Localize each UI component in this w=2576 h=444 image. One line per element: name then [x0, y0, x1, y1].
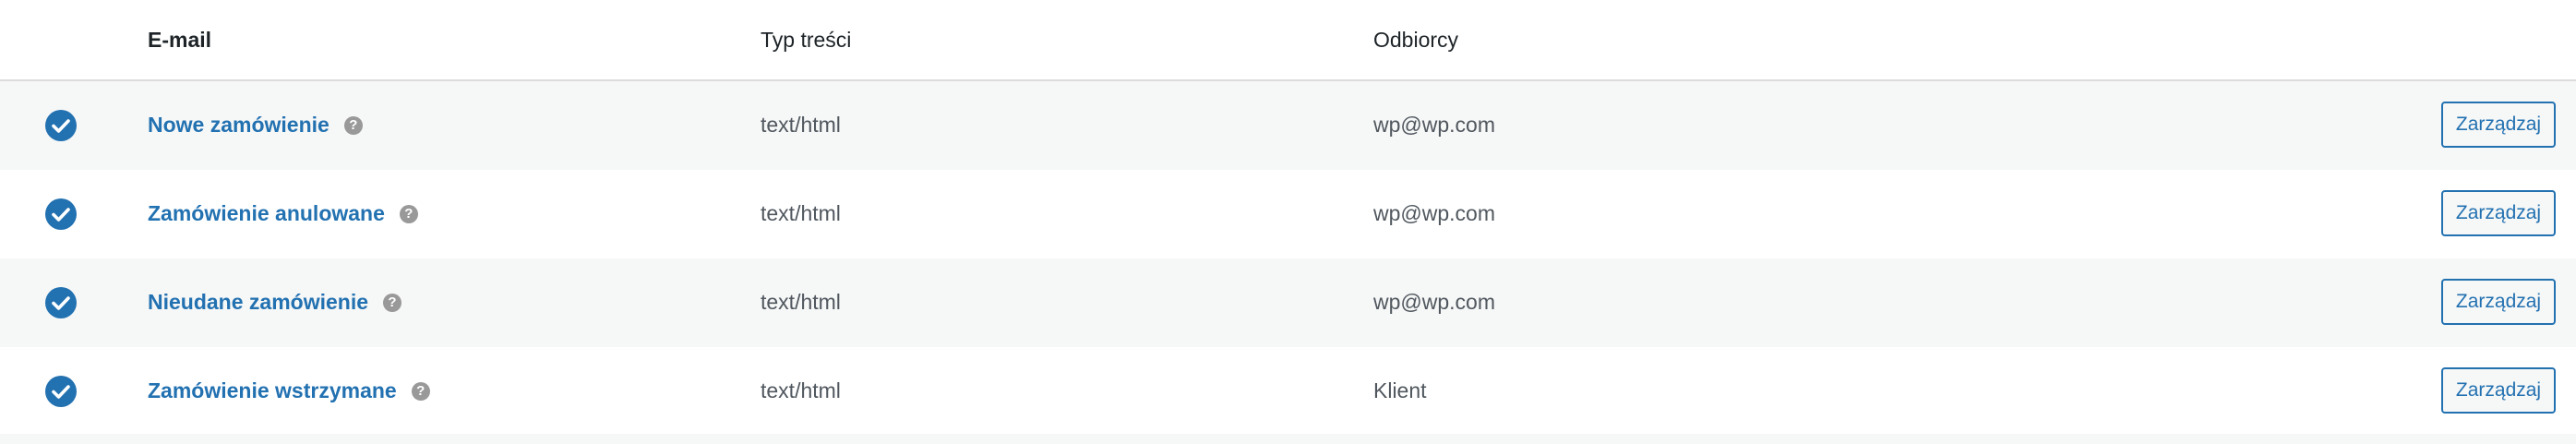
email-title-text: Nowe zamówienie — [148, 113, 329, 137]
recipient-value: wp@wp.com — [1373, 113, 1495, 137]
email-notifications-table: E-mail Typ treści Odbiorcy Nowe zamówien… — [0, 0, 2576, 444]
enabled-check-icon — [45, 287, 77, 318]
question-mark-icon[interactable]: ? — [411, 381, 430, 401]
manage-button[interactable]: Zarządzaj — [2441, 102, 2556, 148]
column-header-email: E-mail — [148, 28, 212, 52]
recipient-value: wp@wp.com — [1373, 201, 1495, 225]
enabled-check-icon — [45, 376, 77, 407]
content-type-value: text/html — [761, 378, 841, 402]
table-row: Nowe zamówienie? text/html wp@wp.com Zar… — [0, 81, 2576, 170]
column-header-content-type: Typ treści — [761, 28, 852, 52]
table-header: E-mail Typ treści Odbiorcy — [0, 0, 2576, 81]
recipient-value: Klient — [1373, 378, 1427, 402]
next-row-edge — [0, 434, 2576, 444]
manage-button[interactable]: Zarządzaj — [2441, 190, 2556, 236]
content-type-value: text/html — [761, 201, 841, 225]
manage-button[interactable]: Zarządzaj — [2441, 367, 2556, 414]
enabled-check-icon — [45, 110, 77, 141]
email-title-link[interactable]: Zamówienie anulowane? — [148, 198, 418, 228]
table-row: Nieudane zamówienie? text/html wp@wp.com… — [0, 258, 2576, 347]
recipient-value: wp@wp.com — [1373, 290, 1495, 314]
table-row: Zamówienie wstrzymane? text/html Klient … — [0, 347, 2576, 436]
manage-button[interactable]: Zarządzaj — [2441, 279, 2556, 325]
column-header-recipients: Odbiorcy — [1373, 28, 1459, 52]
email-title-link[interactable]: Nowe zamówienie? — [148, 110, 363, 139]
email-title-link[interactable]: Zamówienie wstrzymane? — [148, 376, 430, 405]
question-mark-icon[interactable]: ? — [343, 115, 363, 135]
content-type-value: text/html — [761, 290, 841, 314]
email-title-text: Zamówienie anulowane — [148, 201, 385, 225]
question-mark-icon[interactable]: ? — [399, 204, 418, 223]
email-title-text: Zamówienie wstrzymane — [148, 378, 397, 402]
email-title-text: Nieudane zamówienie — [148, 290, 369, 314]
question-mark-icon[interactable]: ? — [383, 293, 402, 312]
email-title-link[interactable]: Nieudane zamówienie? — [148, 287, 402, 317]
enabled-check-icon — [45, 198, 77, 230]
content-type-value: text/html — [761, 113, 841, 137]
table-row: Zamówienie anulowane? text/html wp@wp.co… — [0, 170, 2576, 258]
